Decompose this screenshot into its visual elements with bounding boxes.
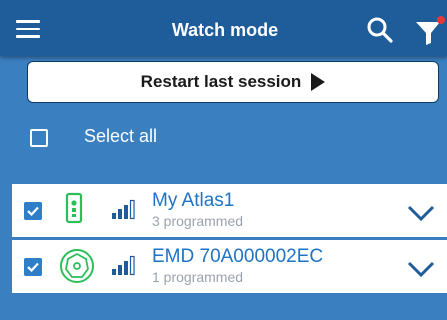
restart-last-session-button[interactable]: Restart last session — [27, 61, 439, 103]
search-icon[interactable] — [366, 16, 394, 44]
signal-strength-icon — [112, 199, 135, 220]
page-title: Watch mode — [171, 20, 279, 40]
device-program-count: 1 programmed — [152, 269, 244, 285]
watch-mode-screen: Watch mode Restart last session Select a… — [0, 0, 447, 320]
device-name: EMD 70A000002EC — [152, 246, 324, 267]
device-program-count: 3 programmed — [152, 213, 244, 229]
device-checkbox-checked[interactable] — [24, 202, 42, 220]
signal-strength-icon — [112, 255, 135, 276]
device-card[interactable]: EMD 70A000002EC 1 programmed — [12, 240, 447, 293]
sensor-device-icon — [60, 249, 94, 283]
filter-badge — [437, 16, 445, 24]
device-name: My Atlas1 — [152, 190, 235, 211]
device-checkbox-checked[interactable] — [24, 258, 42, 276]
remote-device-icon — [65, 192, 83, 224]
filter-icon[interactable] — [414, 14, 447, 48]
select-all-label[interactable]: Select all — [84, 126, 157, 147]
play-icon — [311, 73, 326, 91]
chevron-down-icon[interactable] — [407, 204, 435, 222]
restart-button-label: Restart last session — [140, 72, 302, 91]
device-card[interactable]: My Atlas1 3 programmed — [12, 184, 447, 237]
chevron-down-icon[interactable] — [407, 260, 435, 278]
list-background — [0, 298, 447, 320]
select-all-checkbox[interactable] — [30, 129, 48, 147]
app-header: Watch mode — [0, 0, 447, 56]
menu-icon[interactable] — [16, 20, 40, 38]
